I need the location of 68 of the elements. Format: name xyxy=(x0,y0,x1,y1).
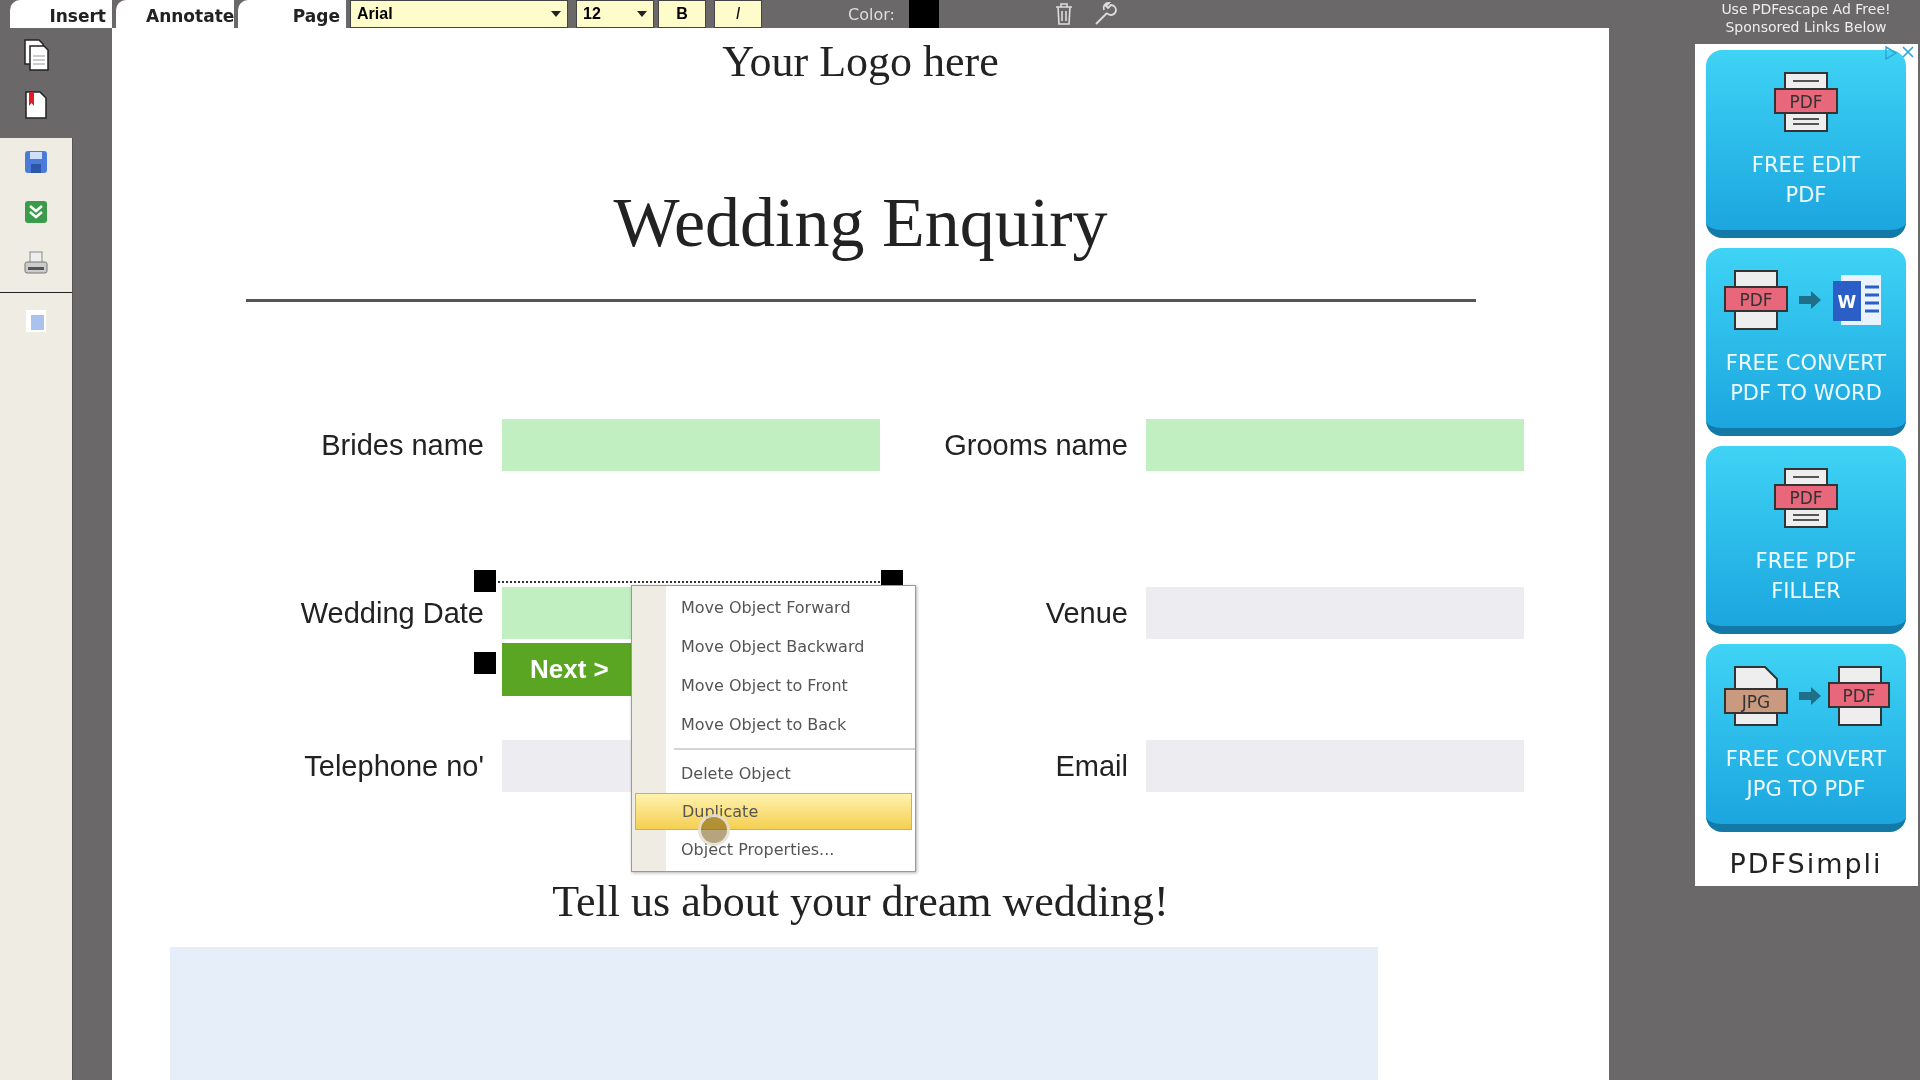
menu-item[interactable]: Object Properties... xyxy=(635,830,912,869)
section-heading: Tell us about your dream wedding! xyxy=(552,876,1169,927)
input-field[interactable] xyxy=(1146,419,1524,471)
field-label: Brides name xyxy=(320,428,484,463)
ad-text: PDF TO WORD xyxy=(1730,380,1882,407)
pdf-document-icon xyxy=(1774,72,1838,132)
caret-icon xyxy=(637,11,647,17)
icon-label: PDF xyxy=(1789,488,1823,508)
menu-item[interactable]: Move Object to Front xyxy=(635,666,912,705)
ad-text: FILLER xyxy=(1771,578,1841,605)
pages-icon[interactable] xyxy=(23,38,49,72)
mode-tab[interactable]: Page xyxy=(238,0,346,28)
ad-text: PDF xyxy=(1785,182,1827,209)
font-dropdown[interactable]: Arial xyxy=(350,0,568,28)
ad-notice[interactable]: Use PDFescape Ad Free! xyxy=(1721,0,1891,18)
icon-label: JPG xyxy=(1741,692,1771,712)
mode-tab[interactable]: Annotate xyxy=(116,0,234,28)
icon-label: PDF xyxy=(1739,290,1773,310)
ad-tile[interactable]: PDF FREE PDF FILLER xyxy=(1706,446,1906,634)
word-document-icon xyxy=(1833,275,1881,325)
brand-name: PDFSimpli xyxy=(1729,848,1883,879)
form-title: Wedding Enquiry xyxy=(613,183,1108,263)
field-label: Telephone no' xyxy=(303,749,484,784)
save-icon[interactable] xyxy=(23,150,48,174)
menu-item[interactable]: Move Object Forward xyxy=(635,588,912,627)
pdf-document-icon xyxy=(1774,468,1838,528)
ad-text: FREE PDF xyxy=(1755,548,1857,575)
field-label: Wedding Date xyxy=(299,596,484,631)
icon-label: W xyxy=(1837,292,1857,312)
mode-tab[interactable]: Insert xyxy=(10,0,112,28)
color-swatch[interactable] xyxy=(908,0,939,28)
ad-text: FREE CONVERT xyxy=(1725,350,1887,377)
ad-tile[interactable]: PDF FREE EDIT PDF xyxy=(1706,50,1906,238)
menu-item[interactable]: Duplicate xyxy=(635,793,912,830)
arrow-icon xyxy=(1799,291,1821,309)
ad-tile[interactable]: PDF W FREE CONVERT PDF TO WORD xyxy=(1706,248,1906,436)
icon-label: PDF xyxy=(1789,92,1823,112)
print-icon[interactable] xyxy=(22,250,49,276)
close-icon[interactable] xyxy=(1901,46,1914,58)
input-field[interactable] xyxy=(502,419,880,471)
menu-item[interactable]: Move Object Backward xyxy=(635,627,912,666)
color-label: Color: xyxy=(848,4,895,24)
menu-item[interactable]: Delete Object xyxy=(635,754,912,793)
ad-choices-icon[interactable] xyxy=(1883,46,1898,60)
field-label: Email xyxy=(1054,749,1128,784)
icon-label: PDF xyxy=(1842,686,1876,706)
resize-handle[interactable] xyxy=(474,652,496,674)
field-label: Grooms name xyxy=(943,428,1128,463)
ad-notice[interactable]: Sponsored Links Below xyxy=(1725,18,1887,36)
pdf-document-icon xyxy=(1828,666,1890,726)
pdf-document-icon xyxy=(1724,270,1788,330)
caret-icon xyxy=(551,11,561,17)
resize-handle[interactable] xyxy=(474,570,496,592)
ad-text: FREE CONVERT xyxy=(1725,746,1887,773)
download-icon[interactable] xyxy=(23,200,48,224)
logo-text-field[interactable]: Your Logo here xyxy=(722,36,999,87)
image-document-icon xyxy=(1724,666,1788,726)
bold-button[interactable]: B xyxy=(658,0,706,28)
italic-button[interactable]: I xyxy=(714,0,762,28)
menu-item[interactable]: Move Object to Back xyxy=(635,705,912,744)
bookmark-page-icon[interactable] xyxy=(24,90,48,120)
font-size-dropdown[interactable]: 12 xyxy=(576,0,654,28)
ad-text: FREE EDIT xyxy=(1751,152,1861,179)
arrow-icon xyxy=(1799,687,1821,705)
ad-tile[interactable]: JPG PDF FREE CONVERT JPG TO PDF xyxy=(1706,644,1906,832)
page-thumbnail-icon[interactable] xyxy=(24,309,47,333)
ad-text: JPG TO PDF xyxy=(1746,776,1866,803)
field-label: Venue xyxy=(1044,596,1128,631)
